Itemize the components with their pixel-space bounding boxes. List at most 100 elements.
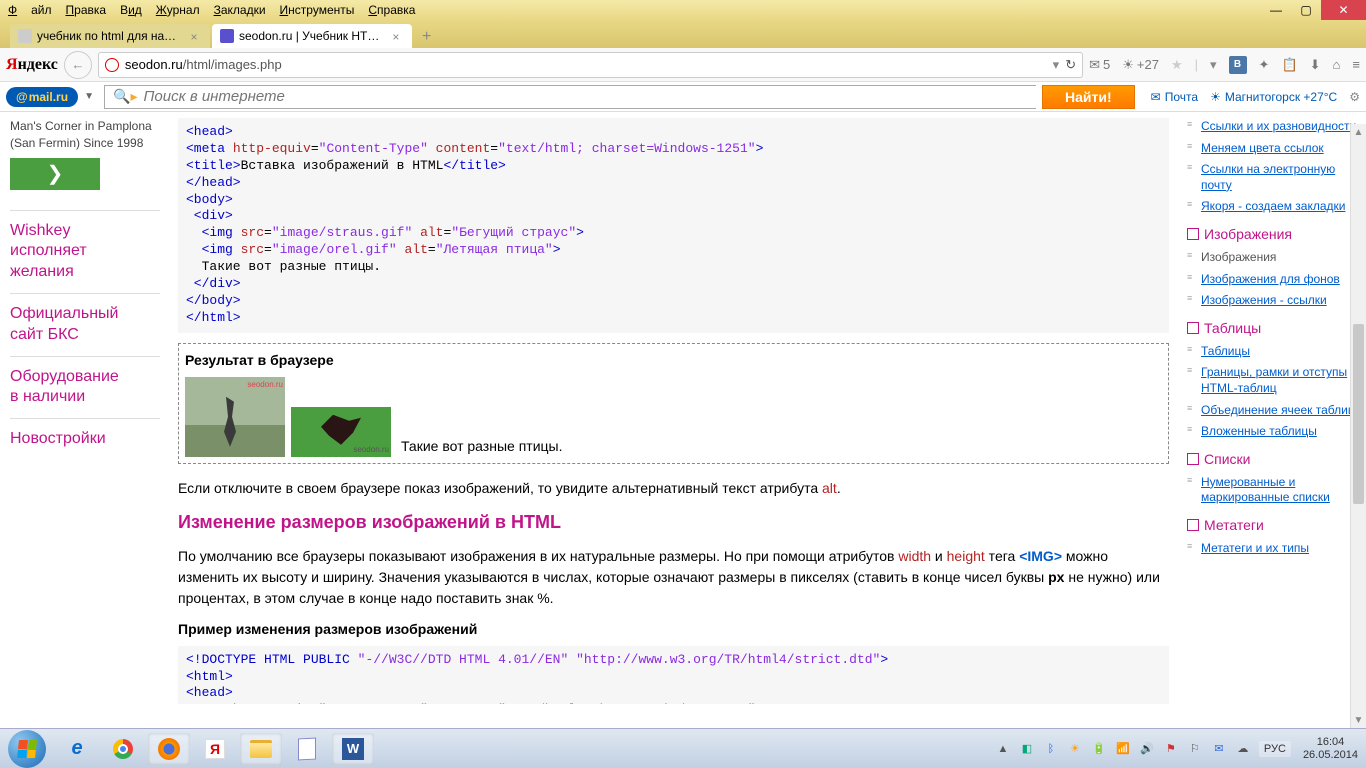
start-button[interactable] — [8, 730, 46, 768]
nav-link[interactable]: Якоря - создаем закладки — [1201, 199, 1345, 213]
nav-link[interactable]: Нумерованные и маркированные списки — [1201, 475, 1330, 505]
list-item: Таблицы — [1187, 341, 1366, 363]
taskbar-ie[interactable]: e — [56, 733, 98, 765]
mailru-settings-icon[interactable]: ⚙ — [1349, 90, 1360, 104]
yandex-logo[interactable]: Яндекс — [6, 56, 58, 74]
window-close[interactable]: ✕ — [1321, 0, 1366, 20]
mailru-logo[interactable]: mail.ru — [6, 87, 78, 107]
straus-image: seodon.ru — [185, 377, 285, 457]
addon-icon[interactable]: ✦ — [1259, 57, 1270, 73]
bookmark-star-icon[interactable]: ★ — [1171, 57, 1183, 73]
menu-tools[interactable]: Инструменты — [280, 3, 355, 17]
menu-bookmarks[interactable]: Закладки — [214, 3, 266, 17]
scroll-down-icon[interactable]: ▼ — [1351, 712, 1366, 728]
menu-file[interactable]: Файл — [8, 3, 52, 17]
menu-edit[interactable]: Правка — [66, 3, 107, 17]
url-field[interactable]: seodon.ru/html/images.php ▾ ↻ — [98, 52, 1083, 78]
alt-text-paragraph: Если отключите в своем браузере показ из… — [178, 478, 1169, 499]
left-sidebar: Man's Corner in Pamplona(San Fermin) Sin… — [0, 112, 170, 704]
mailru-search-box[interactable]: 🔍▸ — [104, 85, 1036, 109]
nav-link-current[interactable]: Изображения — [1201, 250, 1276, 264]
tray-app-icon[interactable]: ◧ — [1019, 741, 1035, 757]
tray-battery-icon[interactable]: 🔋 — [1091, 741, 1107, 757]
taskbar-yandex[interactable]: Я — [194, 733, 236, 765]
taskbar-word[interactable]: W — [332, 733, 374, 765]
page-content: Man's Corner in Pamplona(San Fermin) Sin… — [0, 112, 1366, 704]
nav-link[interactable]: Меняем цвета ссылок — [1201, 141, 1324, 155]
weather-indicator[interactable]: ☀ +27 — [1122, 57, 1159, 73]
mail-indicator[interactable]: ✉ 5 — [1089, 57, 1110, 73]
vertical-scrollbar[interactable]: ▲ ▼ — [1350, 124, 1366, 728]
nav-link[interactable]: Изображения для фонов — [1201, 272, 1340, 286]
tray-volume-icon[interactable]: 🔊 — [1139, 741, 1155, 757]
ad-wishkey[interactable]: Wishkeyисполняетжелания — [10, 221, 160, 283]
tray-mail-icon[interactable]: ✉ — [1211, 741, 1227, 757]
list-item: Ссылки и их разновидности — [1187, 116, 1366, 138]
tray-flag-icon[interactable]: ⚐ — [1187, 741, 1203, 757]
tray-language[interactable]: РУС — [1259, 741, 1291, 757]
taskbar-notepad[interactable] — [286, 733, 328, 765]
scroll-up-icon[interactable]: ▲ — [1351, 124, 1366, 140]
menu-history[interactable]: Журнал — [156, 3, 200, 17]
toolbar-icons: ✉ 5 ☀ +27 ★ | ▾ В ✦ 📋 ⬇ ⌂ ≡ — [1089, 56, 1360, 74]
mailru-mail-link[interactable]: ✉ Почта — [1151, 90, 1198, 104]
mailru-search-input[interactable] — [144, 88, 1028, 105]
ad-equipment[interactable]: Оборудованиев наличии — [10, 367, 160, 409]
tray-bluetooth-icon[interactable]: ᛒ — [1043, 741, 1059, 757]
window-minimize[interactable]: — — [1261, 0, 1291, 20]
section-lists[interactable]: Списки — [1187, 451, 1366, 467]
green-arrow-button[interactable]: ❯ — [10, 158, 100, 190]
ad-bks[interactable]: Официальныйсайт БКС — [10, 304, 160, 346]
tray-network-icon[interactable]: 📶 — [1115, 741, 1131, 757]
tab1-close-icon[interactable]: × — [190, 30, 202, 42]
nav-links-images: Изображения Изображения для фонов Изобра… — [1187, 247, 1366, 312]
nav-link[interactable]: Таблицы — [1201, 344, 1250, 358]
mailru-search-button[interactable]: Найти! — [1042, 85, 1135, 109]
list-item: Изображения — [1187, 247, 1366, 269]
taskbar-chrome[interactable] — [102, 733, 144, 765]
section-tables[interactable]: Таблицы — [1187, 320, 1366, 336]
ad-pamplona: Man's Corner in Pamplona(San Fermin) Sin… — [10, 118, 160, 152]
browser-tab-1[interactable]: учебник по html для начи... × — [10, 24, 210, 48]
home-icon[interactable]: ⌂ — [1333, 57, 1341, 72]
new-tab-button[interactable]: + — [414, 26, 439, 48]
mailru-dropdown-icon[interactable]: ▼ — [84, 91, 98, 102]
reload-icon[interactable]: ↻ — [1065, 57, 1076, 73]
nav-link[interactable]: Границы, рамки и отступы HTML-таблиц — [1201, 365, 1347, 395]
tray-sun-icon[interactable]: ☀ — [1067, 741, 1083, 757]
tray-expand-icon[interactable]: ▲ — [995, 741, 1011, 757]
vk-icon[interactable]: В — [1229, 56, 1247, 74]
taskbar-explorer[interactable] — [240, 733, 282, 765]
dropdown-icon[interactable]: ▾ — [1210, 57, 1217, 73]
menu-view[interactable]: Вид — [120, 3, 142, 17]
nav-links-lists: Нумерованные и маркированные списки — [1187, 472, 1366, 509]
nav-link[interactable]: Метатеги и их типы — [1201, 541, 1309, 555]
clipboard-icon[interactable]: 📋 — [1281, 57, 1297, 73]
section-meta[interactable]: Метатеги — [1187, 517, 1366, 533]
menu-help[interactable]: Справка — [368, 3, 415, 17]
tray-shield-icon[interactable]: ⚑ — [1163, 741, 1179, 757]
tray-cloud-icon[interactable]: ☁ — [1235, 741, 1251, 757]
list-item: Объединение ячеек таблицы — [1187, 400, 1366, 422]
tray-clock[interactable]: 16:04 26.05.2014 — [1303, 736, 1358, 760]
mailru-weather[interactable]: ☀ Магнитогорск +27°C — [1210, 90, 1337, 104]
ad-novostroiki[interactable]: Новостройки — [10, 429, 160, 450]
nav-link[interactable]: Объединение ячеек таблицы — [1201, 403, 1363, 417]
nav-link[interactable]: Вложенные таблицы — [1201, 424, 1317, 438]
site-identity-icon[interactable] — [105, 58, 119, 72]
tab2-close-icon[interactable]: × — [392, 30, 404, 42]
nav-link[interactable]: Ссылки на электронную почту — [1201, 162, 1335, 192]
taskbar-firefox[interactable] — [148, 733, 190, 765]
url-dropdown-icon[interactable]: ▾ — [1053, 57, 1060, 73]
nav-link[interactable]: Изображения - ссылки — [1201, 293, 1327, 307]
scroll-thumb[interactable] — [1353, 324, 1364, 504]
section-images[interactable]: Изображения — [1187, 226, 1366, 242]
divider — [10, 356, 160, 357]
right-sidebar-nav: Ссылки и их разновидности Меняем цвета с… — [1181, 112, 1366, 704]
nav-link[interactable]: Ссылки и их разновидности — [1201, 119, 1356, 133]
download-icon[interactable]: ⬇ — [1310, 57, 1321, 73]
window-maximize[interactable]: ▢ — [1291, 0, 1321, 20]
back-button[interactable]: ← — [64, 51, 92, 79]
hamburger-menu-icon[interactable]: ≡ — [1352, 57, 1360, 72]
browser-tab-2-active[interactable]: seodon.ru | Учебник HTM... × — [212, 24, 412, 48]
